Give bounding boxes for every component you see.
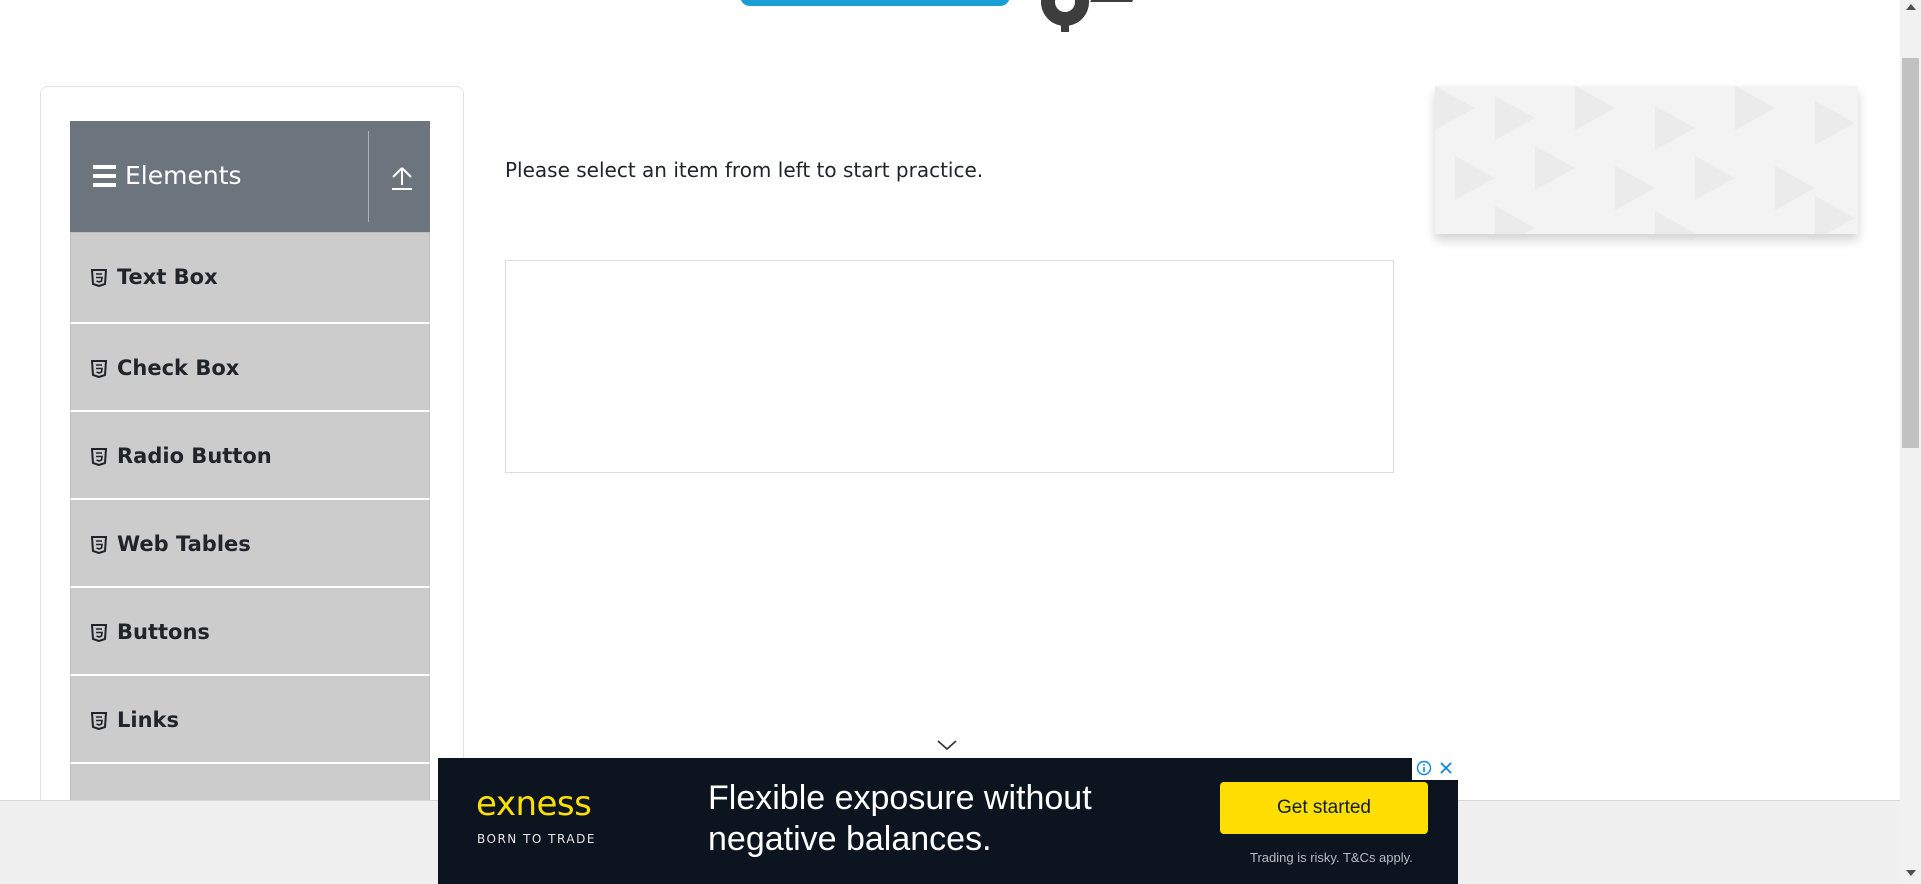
menu-item-text-box[interactable]: Text Box <box>70 232 430 322</box>
collapse-up-icon[interactable] <box>390 163 414 191</box>
ad-controls <box>1412 758 1458 780</box>
page: Elements Text Box Check Box Radio Button… <box>0 0 1921 884</box>
html5-icon <box>91 536 107 554</box>
menu-item-label: Web Tables <box>117 532 251 556</box>
elements-group-header[interactable]: Elements <box>70 121 430 232</box>
html5-icon <box>91 269 107 287</box>
vertical-scrollbar[interactable] <box>1900 0 1921 884</box>
chevron-down-icon[interactable] <box>936 738 958 752</box>
ad-headline: Flexible exposure without negative balan… <box>708 779 1092 858</box>
triangle-pattern <box>1435 86 1855 234</box>
menu-item-radio-button[interactable]: Radio Button <box>70 410 430 498</box>
scroll-down-arrow-icon[interactable] <box>1906 870 1916 876</box>
group-title: Elements <box>125 161 242 190</box>
intro-text: Please select an item from left to start… <box>505 158 984 182</box>
ad-disclaimer: Trading is risky. T&Cs apply. <box>1250 850 1413 865</box>
ad-close-icon[interactable] <box>1438 760 1454 776</box>
html5-icon <box>91 624 107 642</box>
ad-banner[interactable]: exness BORN TO TRADE Flexible exposure w… <box>438 758 1458 884</box>
scroll-up-arrow-icon[interactable] <box>1906 4 1916 10</box>
menu-item-label: Text Box <box>117 265 218 289</box>
site-logo[interactable] <box>740 0 1180 40</box>
logo-tools-mark <box>740 0 1010 6</box>
ad-get-started-button[interactable]: Get started <box>1220 782 1428 834</box>
practice-content-area <box>505 260 1394 473</box>
logo-gear-qa-mark <box>1041 0 1134 32</box>
menu-item-buttons[interactable]: Buttons <box>70 586 430 674</box>
menu-item-label: Links <box>117 708 179 732</box>
ad-brand-logo: exness <box>476 784 592 824</box>
hamburger-icon <box>93 165 116 187</box>
menu-item-links[interactable]: Links <box>70 674 430 762</box>
header-divider <box>368 131 369 222</box>
ad-info-icon[interactable] <box>1416 760 1432 776</box>
ad-tagline: BORN TO TRADE <box>477 832 596 846</box>
menu-item-check-box[interactable]: Check Box <box>70 322 430 410</box>
html5-icon <box>91 448 107 466</box>
menu-item-label: Check Box <box>117 356 240 380</box>
menu-item-label: Buttons <box>117 620 210 644</box>
html5-icon <box>91 360 107 378</box>
html5-icon <box>91 712 107 730</box>
menu-item-label: Radio Button <box>117 444 272 468</box>
menu-item-web-tables[interactable]: Web Tables <box>70 498 430 586</box>
right-banner[interactable] <box>1435 86 1858 234</box>
element-menu-list: Text Box Check Box Radio Button Web Tabl… <box>70 232 430 850</box>
scrollbar-thumb[interactable] <box>1902 58 1919 448</box>
